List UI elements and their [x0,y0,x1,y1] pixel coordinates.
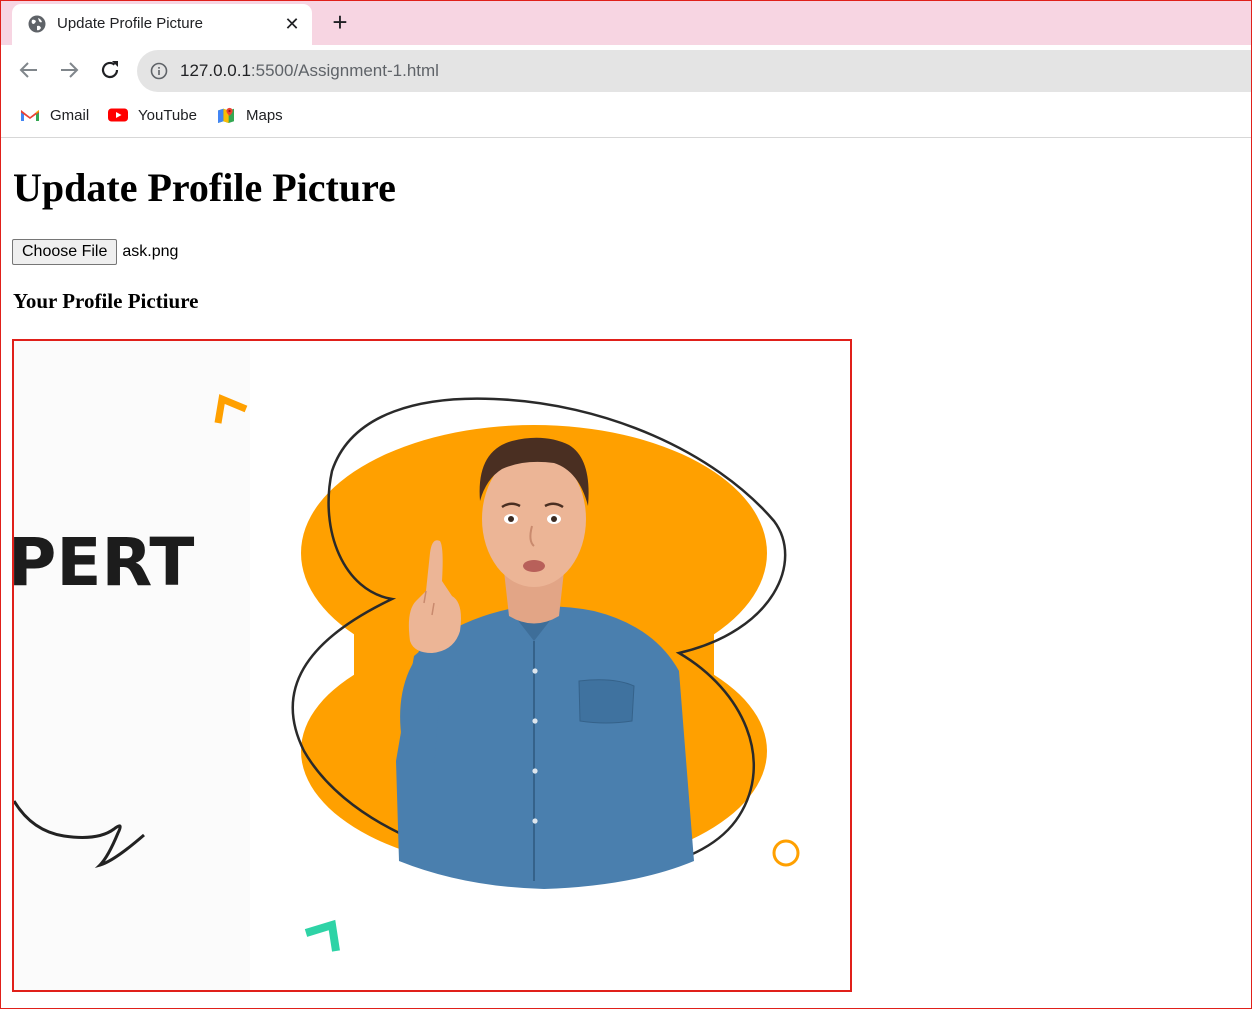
url-host: 127.0.0.1 [180,61,251,80]
image-caption-text: PERT [14,524,194,601]
reload-icon[interactable] [98,58,122,82]
bookmark-maps[interactable]: Maps [216,104,283,126]
youtube-icon [108,108,128,122]
url-path: :5500/Assignment-1.html [250,61,439,80]
file-input[interactable]: Choose File ask.png [12,239,178,265]
bookmark-youtube[interactable]: YouTube [108,104,197,126]
new-tab-button[interactable]: + [328,9,352,35]
tab-update-profile[interactable]: Update Profile Picture ✕ [12,4,312,45]
profile-picture-image: PERT [14,341,800,990]
address-bar[interactable]: 127.0.0.1:5500/Assignment-1.html [137,50,1252,92]
forward-arrow-icon[interactable] [57,58,81,82]
tab-strip: Update Profile Picture ✕ + [0,0,1252,45]
globe-icon [28,15,46,33]
selected-file-name: ask.png [122,243,179,260]
tab-title: Update Profile Picture [57,15,203,32]
back-arrow-icon[interactable] [17,58,41,82]
bookmarks-bar: Gmail YouTube Maps [0,95,1252,138]
bookmark-label: YouTube [138,106,197,124]
gmail-icon [21,109,39,121]
choose-file-button[interactable]: Choose File [12,239,118,265]
page-title: Update Profile Picture [13,165,396,210]
url-text[interactable]: 127.0.0.1:5500/Assignment-1.html [180,61,439,81]
maps-icon [218,107,234,123]
browser-toolbar: 127.0.0.1:5500/Assignment-1.html [0,45,1252,95]
info-icon[interactable] [150,62,168,80]
close-tab-icon[interactable]: ✕ [283,15,301,33]
profile-picture-frame: PERT [12,339,852,992]
profile-picture-heading: Your Profile Pictiure [13,289,199,313]
bookmark-label: Gmail [50,106,90,124]
bookmark-label: Maps [246,106,283,124]
bookmark-gmail[interactable]: Gmail [20,104,89,126]
page-content: Update Profile Picture Choose File ask.p… [0,138,1252,1009]
